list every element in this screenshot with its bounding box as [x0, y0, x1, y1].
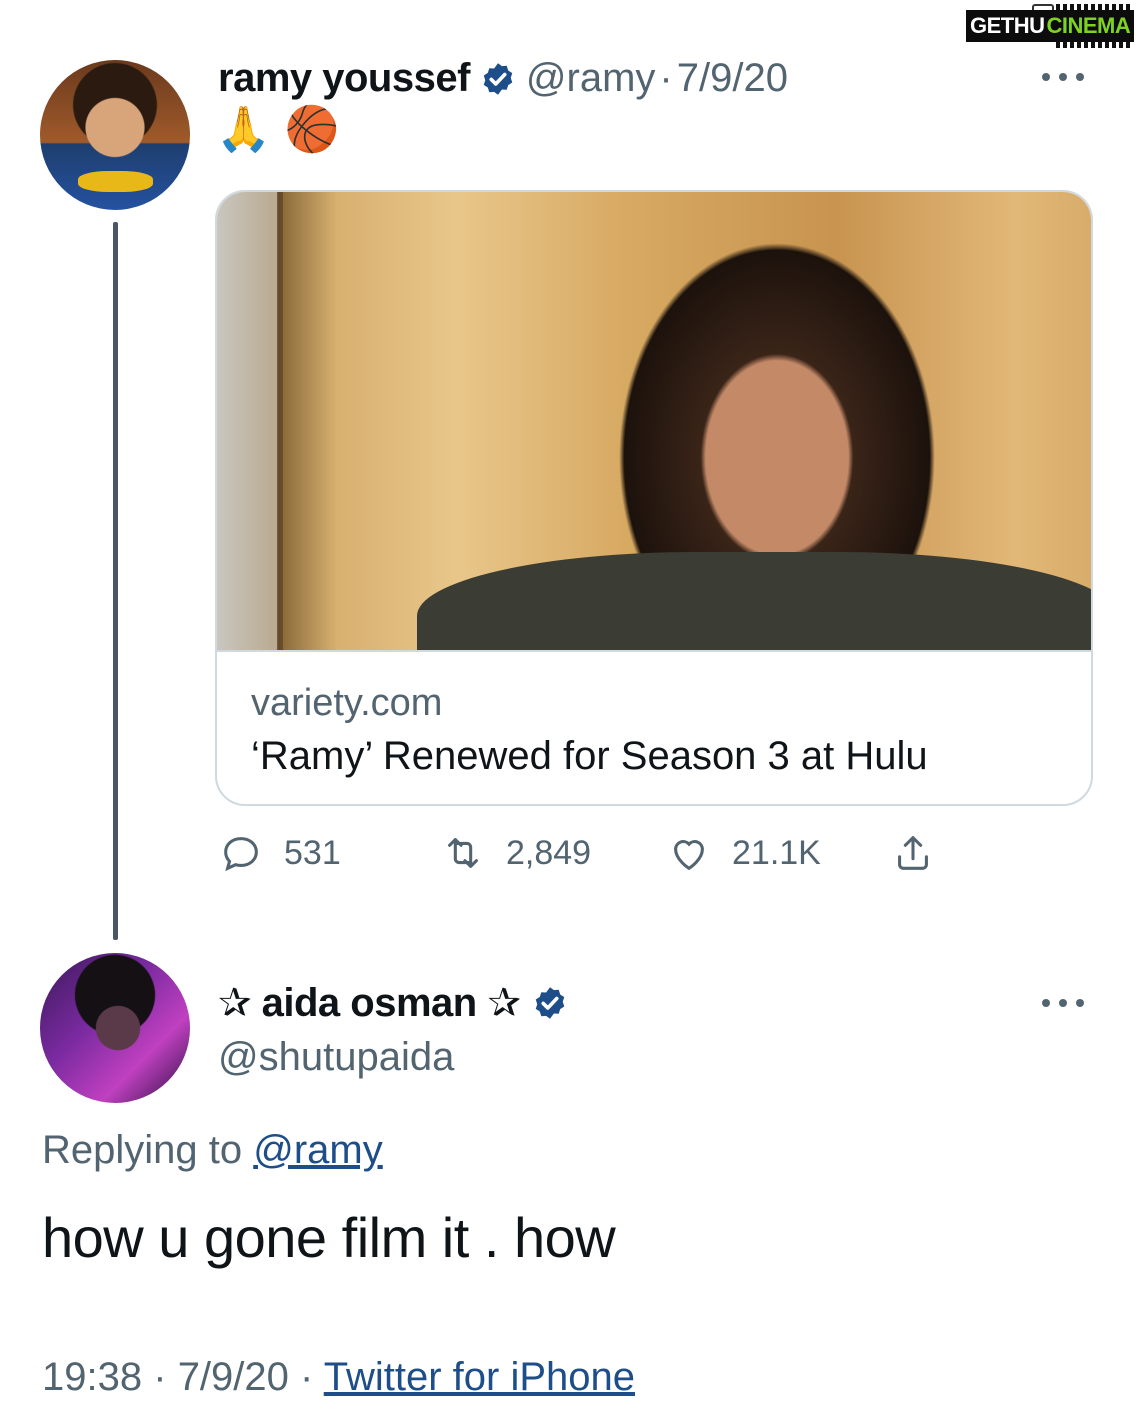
share-icon — [898, 836, 928, 870]
tweet-date[interactable]: 7/9/20 — [677, 56, 788, 101]
basketball-emoji: 🏀 — [284, 105, 340, 154]
tweet-actions: 531 2,849 21.1K — [218, 830, 958, 880]
author-handle[interactable]: @ramy — [526, 56, 656, 101]
heart-icon — [674, 840, 704, 871]
like-count: 21.1K — [732, 833, 821, 872]
link-card-image — [217, 192, 1091, 650]
film-strip-bottom — [1056, 42, 1130, 48]
footer-separator-1: · — [153, 1355, 167, 1399]
reply-author-handle[interactable]: @shutupaida — [218, 1035, 454, 1080]
card-domain: variety.com — [251, 682, 443, 724]
retweet-count: 2,849 — [506, 833, 592, 872]
reply-header: ✰ aida osman ✰ — [218, 980, 568, 1026]
footer-separator-2: · — [300, 1355, 314, 1399]
verified-icon — [483, 62, 513, 95]
header-separator: · — [659, 56, 673, 100]
reply-text: how u gone film it . how — [42, 1206, 616, 1269]
reply-action[interactable]: 531 — [218, 830, 341, 876]
watermark-text: GETHU CINEMA — [966, 10, 1135, 42]
reply-source-link[interactable]: Twitter for iPhone — [324, 1355, 635, 1399]
more-options-icon[interactable] — [1040, 66, 1088, 86]
reply-icon — [224, 837, 258, 872]
thread-line — [113, 222, 118, 940]
reply-time[interactable]: 19:38 — [42, 1355, 142, 1399]
avatar-ramy[interactable] — [40, 60, 190, 210]
reply-date[interactable]: 7/9/20 — [178, 1355, 289, 1399]
folded-hands-emoji: 🙏 — [216, 105, 271, 154]
retweet-action[interactable]: 2,849 — [440, 830, 591, 876]
link-card-meta: variety.com ‘Ramy’ Renewed for Season 3 … — [217, 650, 1091, 804]
author-name[interactable]: ramy youssef — [218, 56, 470, 101]
reply-count: 531 — [284, 833, 341, 872]
watermark-part1: GETHU — [966, 10, 1047, 42]
like-action[interactable]: 21.1K — [666, 830, 821, 876]
reply-author-name[interactable]: ✰ aida osman ✰ — [218, 980, 521, 1026]
replying-handle-link[interactable]: @ramy — [253, 1128, 383, 1172]
replying-prefix: Replying to — [42, 1128, 243, 1172]
watermark-logo: GETHU CINEMA — [966, 4, 1135, 48]
verified-icon — [536, 987, 565, 1019]
share-action[interactable] — [890, 830, 936, 876]
link-card[interactable]: variety.com ‘Ramy’ Renewed for Season 3 … — [215, 190, 1093, 806]
tweet-text: 🙏 🏀 — [216, 108, 340, 152]
more-options-icon[interactable] — [1040, 992, 1088, 1012]
tweet-header: ramy youssef @ramy · 7/9/20 — [218, 56, 788, 101]
retweet-icon — [448, 838, 478, 868]
card-headline: ‘Ramy’ Renewed for Season 3 at Hulu — [251, 734, 928, 778]
reply-footer: 19:38 · 7/9/20 · Twitter for iPhone — [42, 1355, 635, 1400]
replying-to: Replying to @ramy — [42, 1128, 383, 1173]
watermark-part2: CINEMA — [1046, 10, 1135, 42]
avatar-aida[interactable] — [40, 953, 190, 1103]
